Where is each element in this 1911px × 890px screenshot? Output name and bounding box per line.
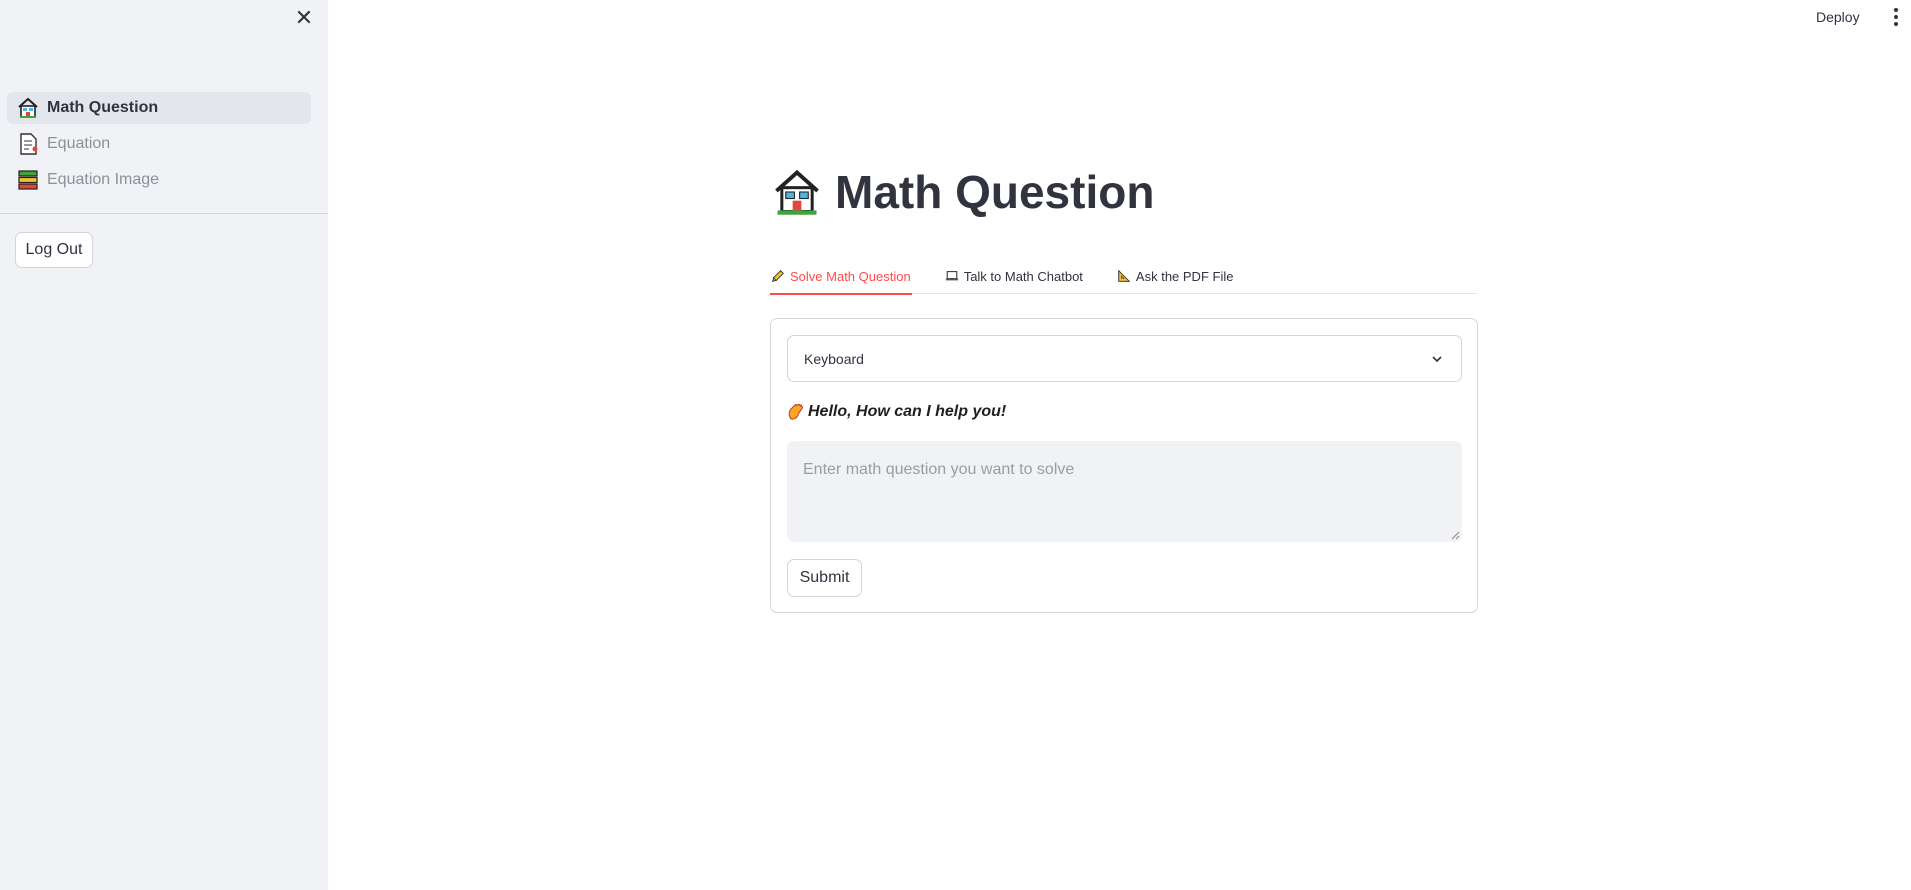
greeting-text: Hello, How can I help you! — [808, 403, 1007, 420]
house-icon — [775, 169, 819, 215]
page-title: Math Question — [771, 164, 1154, 220]
sidebar-item-math-question[interactable]: Math Question — [7, 92, 311, 124]
house-icon — [18, 97, 38, 118]
pencil-icon — [772, 270, 784, 282]
triangle-ruler-icon — [1118, 269, 1131, 282]
sidebar: ✕ Math Question Equation Equation Image … — [0, 0, 328, 890]
page-title-text: Math Question — [835, 166, 1155, 218]
logout-button[interactable]: Log Out — [15, 232, 93, 268]
sidebar-nav: Math Question Equation Equation Image — [7, 92, 311, 200]
sidebar-divider — [0, 213, 328, 214]
resize-handle-icon[interactable] — [1451, 531, 1460, 540]
tab-label: Talk to Math Chatbot — [963, 268, 1083, 284]
input-mode-value: Keyboard — [804, 350, 864, 367]
tab-bar: Solve Math Question Talk to Math Chatbot… — [770, 258, 1477, 295]
close-icon[interactable]: ✕ — [292, 6, 316, 31]
app-root: ✕ Math Question Equation Equation Image … — [0, 0, 1911, 890]
sidebar-item-equation[interactable]: Equation — [7, 128, 311, 160]
waving-hand-icon — [788, 403, 804, 420]
sidebar-item-label: Math Question — [47, 99, 159, 116]
document-icon — [20, 133, 38, 155]
sidebar-item-label: Equation Image — [47, 171, 160, 188]
submit-button[interactable]: Submit — [787, 559, 862, 597]
tab-ask-the-pdf-file[interactable]: Ask the PDF File — [1116, 258, 1235, 294]
more-vertical-icon[interactable] — [1888, 5, 1904, 29]
input-mode-select[interactable]: Keyboard — [787, 335, 1462, 382]
books-icon — [18, 170, 38, 190]
deploy-button[interactable]: Deploy — [1816, 7, 1860, 27]
math-question-input[interactable] — [787, 441, 1462, 542]
sidebar-item-label: Equation — [47, 135, 111, 152]
laptop-icon — [945, 271, 958, 281]
tab-solve-math-question[interactable]: Solve Math Question — [770, 258, 912, 295]
greeting-message: Hello, How can I help you! — [787, 401, 1006, 423]
question-form: Keyboard Hello, How can I help you! Subm… — [770, 318, 1478, 613]
chevron-down-icon — [1432, 356, 1442, 363]
sidebar-item-equation-image[interactable]: Equation Image — [7, 164, 311, 196]
tab-label: Ask the PDF File — [1135, 268, 1234, 284]
tab-talk-to-math-chatbot[interactable]: Talk to Math Chatbot — [944, 258, 1084, 294]
tab-label: Solve Math Question — [790, 268, 911, 284]
